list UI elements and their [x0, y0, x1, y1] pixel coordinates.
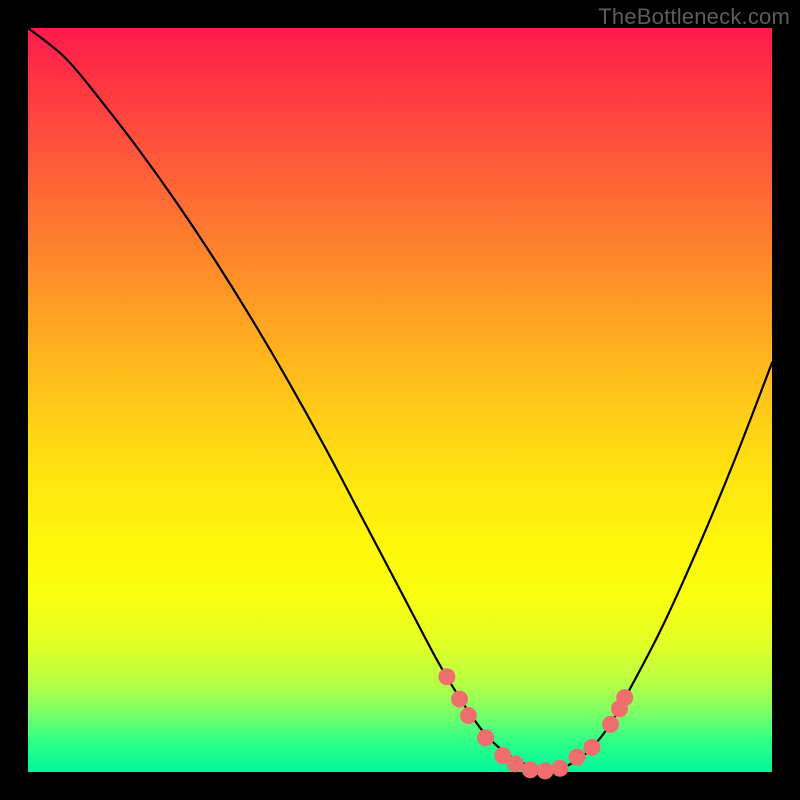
marker-dot [522, 761, 539, 778]
marker-dot [569, 749, 586, 766]
marker-dot [616, 689, 633, 706]
chart-frame: TheBottleneck.com [0, 0, 800, 800]
marker-group [438, 668, 633, 779]
watermark-text: TheBottleneck.com [598, 4, 790, 30]
marker-dot [477, 729, 494, 746]
marker-dot [583, 739, 600, 756]
bottleneck-curve [28, 28, 772, 771]
marker-dot [551, 760, 568, 777]
plot-area [28, 28, 772, 772]
marker-dot [602, 716, 619, 733]
marker-dot [460, 707, 477, 724]
marker-dot [537, 762, 554, 779]
marker-dot [507, 755, 524, 772]
marker-dot [438, 668, 455, 685]
marker-dot [451, 691, 468, 708]
chart-svg [28, 28, 772, 772]
